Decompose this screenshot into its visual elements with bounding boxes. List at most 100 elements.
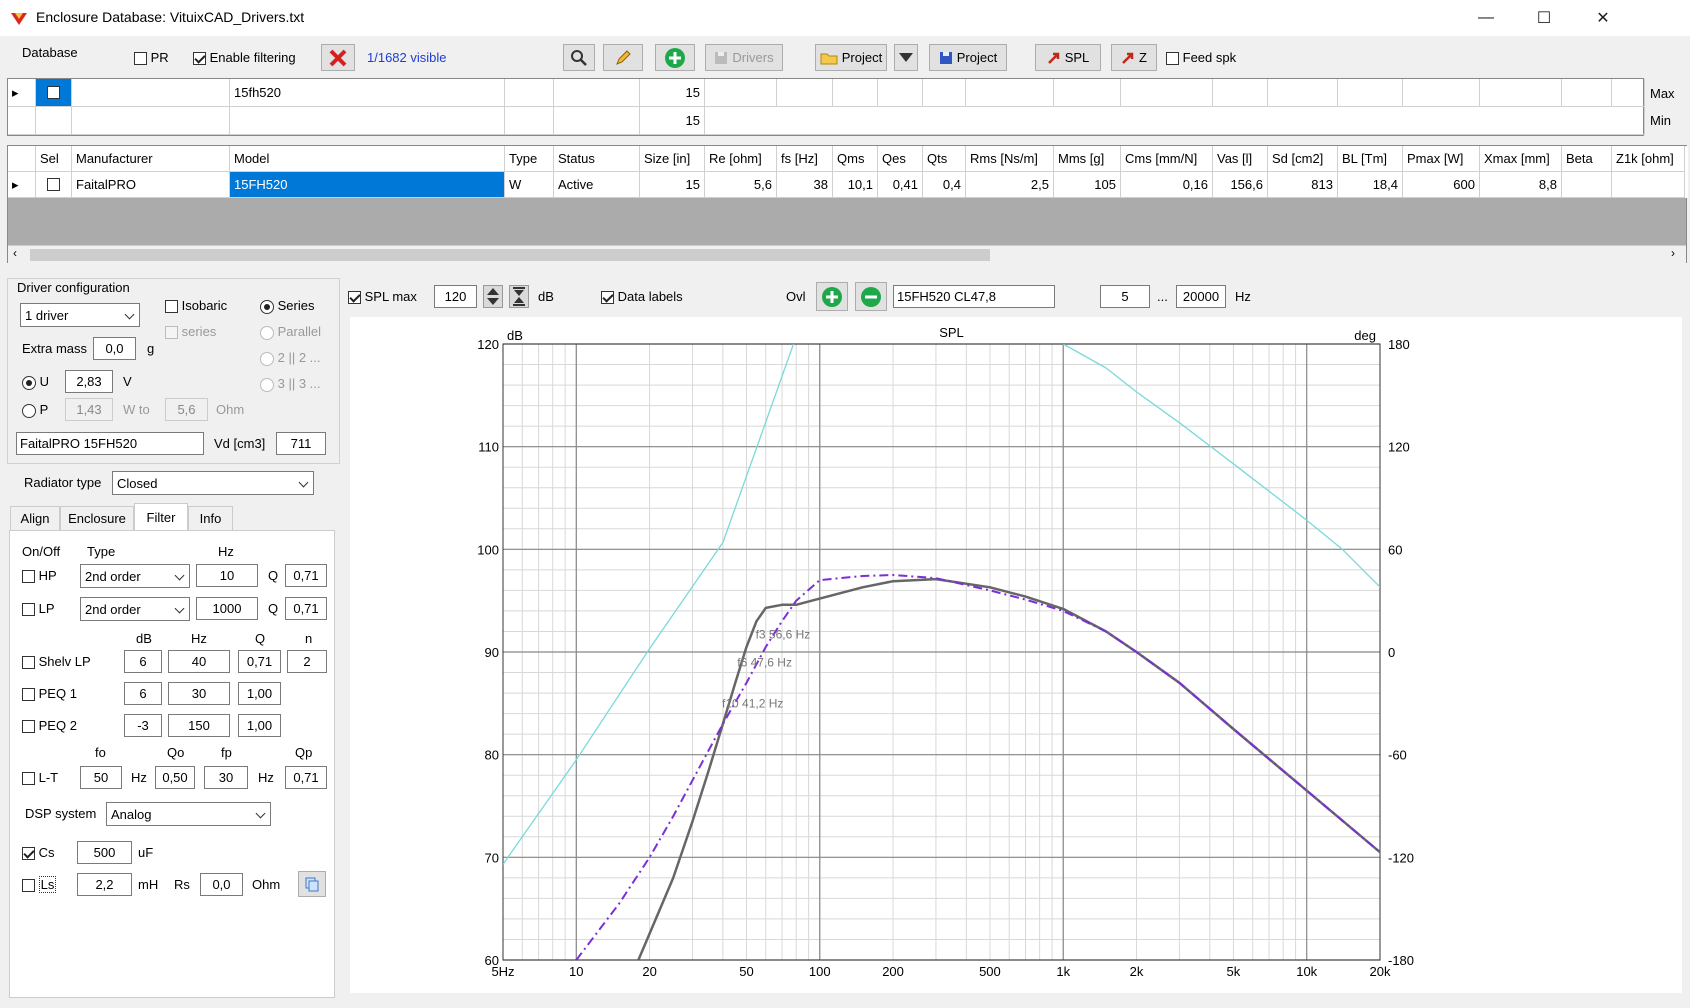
column-header[interactable]: Model [230, 146, 505, 172]
p22-radio[interactable]: 2 || 2 ... [260, 350, 321, 366]
filter-size-min[interactable]: 15 [640, 107, 705, 135]
isobaric-box[interactable] [165, 300, 178, 314]
lp-checkbox[interactable]: LP [22, 601, 55, 617]
enable-filtering-box[interactable] [193, 52, 206, 66]
table-cell[interactable]: 105 [1054, 172, 1121, 198]
column-header[interactable]: Type [505, 146, 554, 172]
column-header[interactable]: Cms [mm/N] [1121, 146, 1213, 172]
table-cell[interactable]: 8,8 [1480, 172, 1562, 198]
column-header[interactable]: Status [554, 146, 640, 172]
peq1-q-input[interactable]: 1,00 [238, 682, 281, 705]
spl-autoscale-button[interactable] [509, 285, 529, 308]
driver-name-input[interactable]: FaitalPRO 15FH520 [16, 432, 204, 455]
u-radio[interactable]: U [22, 374, 49, 390]
table-cell[interactable]: W [505, 172, 554, 198]
peq2-q-input[interactable]: 1,00 [238, 714, 281, 737]
peq1-hz-input[interactable]: 30 [168, 682, 230, 705]
grid-cell[interactable] [777, 79, 833, 107]
grid-cell[interactable] [36, 107, 72, 135]
column-header[interactable]: Vas [l] [1213, 146, 1268, 172]
filter-type-cell[interactable] [505, 79, 554, 107]
scroll-left-icon[interactable]: ‹ [13, 246, 17, 260]
column-header[interactable]: BL [Tm] [1338, 146, 1403, 172]
p33-radio[interactable]: 3 || 3 ... [260, 376, 321, 392]
ls-input[interactable]: 2,2 [77, 873, 132, 896]
filter-model-max[interactable]: 15fh520 [230, 79, 505, 107]
grid-cell[interactable] [505, 107, 554, 135]
hp-box[interactable] [22, 570, 35, 584]
overlay-name-input[interactable]: 15FH520 CL47,8 [893, 285, 1055, 308]
table-cell[interactable]: 0,16 [1121, 172, 1213, 198]
peq2-checkbox[interactable]: PEQ 2 [22, 718, 77, 734]
column-header[interactable]: Sd [cm2] [1268, 146, 1338, 172]
table-cell[interactable]: 38 [777, 172, 833, 198]
isobaric-checkbox[interactable]: Isobaric [165, 298, 227, 314]
spl-max-checkbox[interactable]: SPL max [348, 289, 417, 305]
ohm-input[interactable]: 5,6 [165, 398, 208, 421]
parallel-radio[interactable]: Parallel [260, 324, 321, 340]
freq-max-input[interactable]: 20000 [1176, 285, 1226, 308]
p-input[interactable]: 1,43 [65, 398, 113, 421]
freq-min-input[interactable]: 5 [1100, 285, 1150, 308]
grid-cell[interactable] [1612, 79, 1645, 107]
column-header[interactable]: Pmax [W] [1403, 146, 1480, 172]
shelv-lp-box[interactable] [22, 656, 35, 670]
filter-status-cell[interactable] [554, 79, 640, 107]
p-radio[interactable]: P [22, 402, 48, 418]
scrollbar-thumb[interactable] [30, 249, 990, 261]
grid-cell[interactable] [230, 107, 505, 135]
grid-cell[interactable] [1480, 79, 1562, 107]
edit-button[interactable] [603, 44, 643, 71]
shelv-n-input[interactable]: 2 [287, 650, 327, 673]
p-radio-dot[interactable] [22, 403, 36, 418]
table-cell[interactable]: 15 [640, 172, 705, 198]
hp-checkbox[interactable]: HP [22, 568, 57, 584]
grid-cell[interactable] [1268, 79, 1338, 107]
grid-cell[interactable] [923, 79, 966, 107]
peq2-box[interactable] [22, 720, 35, 734]
search-button[interactable] [563, 44, 595, 71]
feed-spk-box[interactable] [1166, 52, 1179, 66]
spl-export-button[interactable]: SPL [1035, 44, 1101, 71]
hp-q-input[interactable]: 0,71 [285, 564, 327, 587]
lt-qo-input[interactable]: 0,50 [155, 766, 195, 789]
minimize-button[interactable]: — [1457, 0, 1515, 36]
filter-manufacturer-cell[interactable] [72, 79, 230, 107]
cs-checkbox[interactable]: Cs [22, 845, 55, 861]
tab-filter[interactable]: Filter [134, 503, 188, 530]
peq1-db-input[interactable]: 6 [124, 682, 162, 705]
shelv-hz-input[interactable]: 40 [168, 650, 230, 673]
grid-cell[interactable] [705, 79, 777, 107]
table-cell[interactable]: 0,4 [923, 172, 966, 198]
column-header[interactable]: Manufacturer [72, 146, 230, 172]
grid-cell[interactable] [1054, 79, 1121, 107]
spl-chart[interactable]: 5Hz 10 20 50 100 200 500 1k 2k 5k 10k 20k6070809010… [350, 317, 1682, 993]
grid-cell[interactable] [966, 79, 1054, 107]
peq2-db-input[interactable]: -3 [124, 714, 162, 737]
table-cell[interactable] [1562, 172, 1612, 198]
shelv-lp-checkbox[interactable]: Shelv LP [22, 654, 91, 670]
lp-hz-input[interactable]: 1000 [196, 597, 258, 620]
grid-cell[interactable] [878, 79, 923, 107]
drivers-save-button[interactable]: Drivers [705, 44, 783, 71]
horizontal-scrollbar[interactable]: ‹ › [8, 245, 1686, 263]
cs-input[interactable]: 500 [77, 841, 132, 864]
column-header[interactable]: Qts [923, 146, 966, 172]
open-project-button[interactable]: Project [815, 44, 887, 71]
data-labels-box[interactable] [601, 291, 614, 305]
row-sel-cell[interactable] [36, 172, 72, 198]
lt-fp-input[interactable]: 30 [204, 766, 248, 789]
lt-box[interactable] [22, 772, 35, 786]
column-header[interactable]: Qes [878, 146, 923, 172]
pr-checkbox[interactable]: PR [134, 50, 169, 66]
lp-box[interactable] [22, 603, 35, 617]
pr-checkbox-box[interactable] [134, 52, 147, 66]
rs-input[interactable]: 0,0 [200, 873, 243, 896]
column-header[interactable]: Xmax [mm] [1480, 146, 1562, 172]
grid-cell[interactable] [1121, 79, 1213, 107]
save-project-button[interactable]: Project [929, 44, 1007, 71]
parallel-radio-dot[interactable] [260, 325, 274, 340]
table-cell[interactable]: 5,6 [705, 172, 777, 198]
shelv-db-input[interactable]: 6 [124, 650, 162, 673]
spl-max-input[interactable]: 120 [434, 285, 477, 308]
